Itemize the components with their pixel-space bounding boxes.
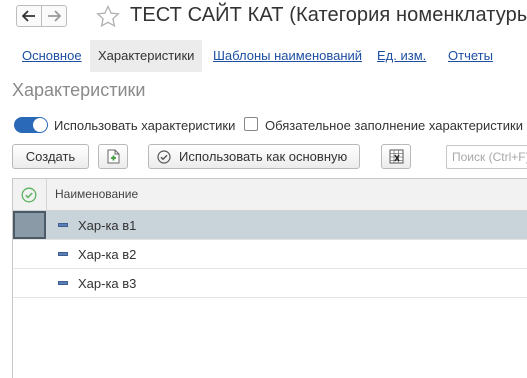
table-row[interactable]: Хар-ка в2 <box>13 240 527 269</box>
required-fill-label[interactable]: Обязательное заполнение характеристики <box>265 118 523 133</box>
tab-main[interactable]: Основное <box>22 40 82 72</box>
use-characteristics-toggle[interactable] <box>14 117 48 133</box>
tab-name-templates[interactable]: Шаблоны наименований <box>213 40 362 72</box>
required-fill-checkbox[interactable] <box>244 117 258 131</box>
window-title: ТЕСТ САЙТ КАТ (Категория номенклатуры) <box>130 4 527 26</box>
row-check-cell[interactable] <box>13 269 46 297</box>
search-input[interactable] <box>446 145 527 169</box>
row-check-cell[interactable] <box>13 211 46 239</box>
arrow-left-icon <box>22 10 35 22</box>
row-name: Хар-ка в3 <box>78 276 137 291</box>
item-icon <box>58 223 68 227</box>
section-heading: Характеристики <box>12 80 146 100</box>
use-characteristics-label[interactable]: Использовать характеристики <box>54 118 235 133</box>
forward-button[interactable] <box>41 5 67 27</box>
item-icon <box>58 281 68 285</box>
check-circle-icon <box>21 187 37 203</box>
arrow-right-icon <box>48 10 61 22</box>
favorite-star-icon[interactable] <box>96 4 120 33</box>
table-header: Наименование <box>13 179 527 211</box>
row-name: Хар-ка в2 <box>78 247 137 262</box>
table-row[interactable]: Хар-ка в1 <box>13 211 527 240</box>
spreadsheet-icon <box>389 149 404 164</box>
table-row[interactable]: Хар-ка в3 <box>13 269 527 298</box>
copy-document-icon <box>107 149 120 164</box>
row-name: Хар-ка в1 <box>78 218 137 233</box>
toggle-knob <box>33 118 47 132</box>
item-icon <box>58 252 68 256</box>
check-circle-icon <box>157 150 171 164</box>
create-button[interactable]: Создать <box>12 144 89 169</box>
tab-characteristics[interactable]: Характеристики <box>90 40 203 72</box>
tab-units[interactable]: Ед. изм. <box>377 40 426 72</box>
copy-button[interactable] <box>98 144 128 169</box>
use-as-main-button[interactable]: Использовать как основную <box>148 144 360 169</box>
use-as-main-label: Использовать как основную <box>179 149 348 164</box>
header-check-column[interactable] <box>13 179 47 210</box>
column-header-name[interactable]: Наименование <box>55 187 138 201</box>
characteristics-table: Наименование Хар-ка в1 Хар-ка в2 Хар-ка … <box>12 178 527 378</box>
export-spreadsheet-button[interactable] <box>381 144 411 169</box>
tab-reports[interactable]: Отчеты <box>448 40 493 72</box>
row-check-cell[interactable] <box>13 240 46 268</box>
back-button[interactable] <box>16 5 42 27</box>
